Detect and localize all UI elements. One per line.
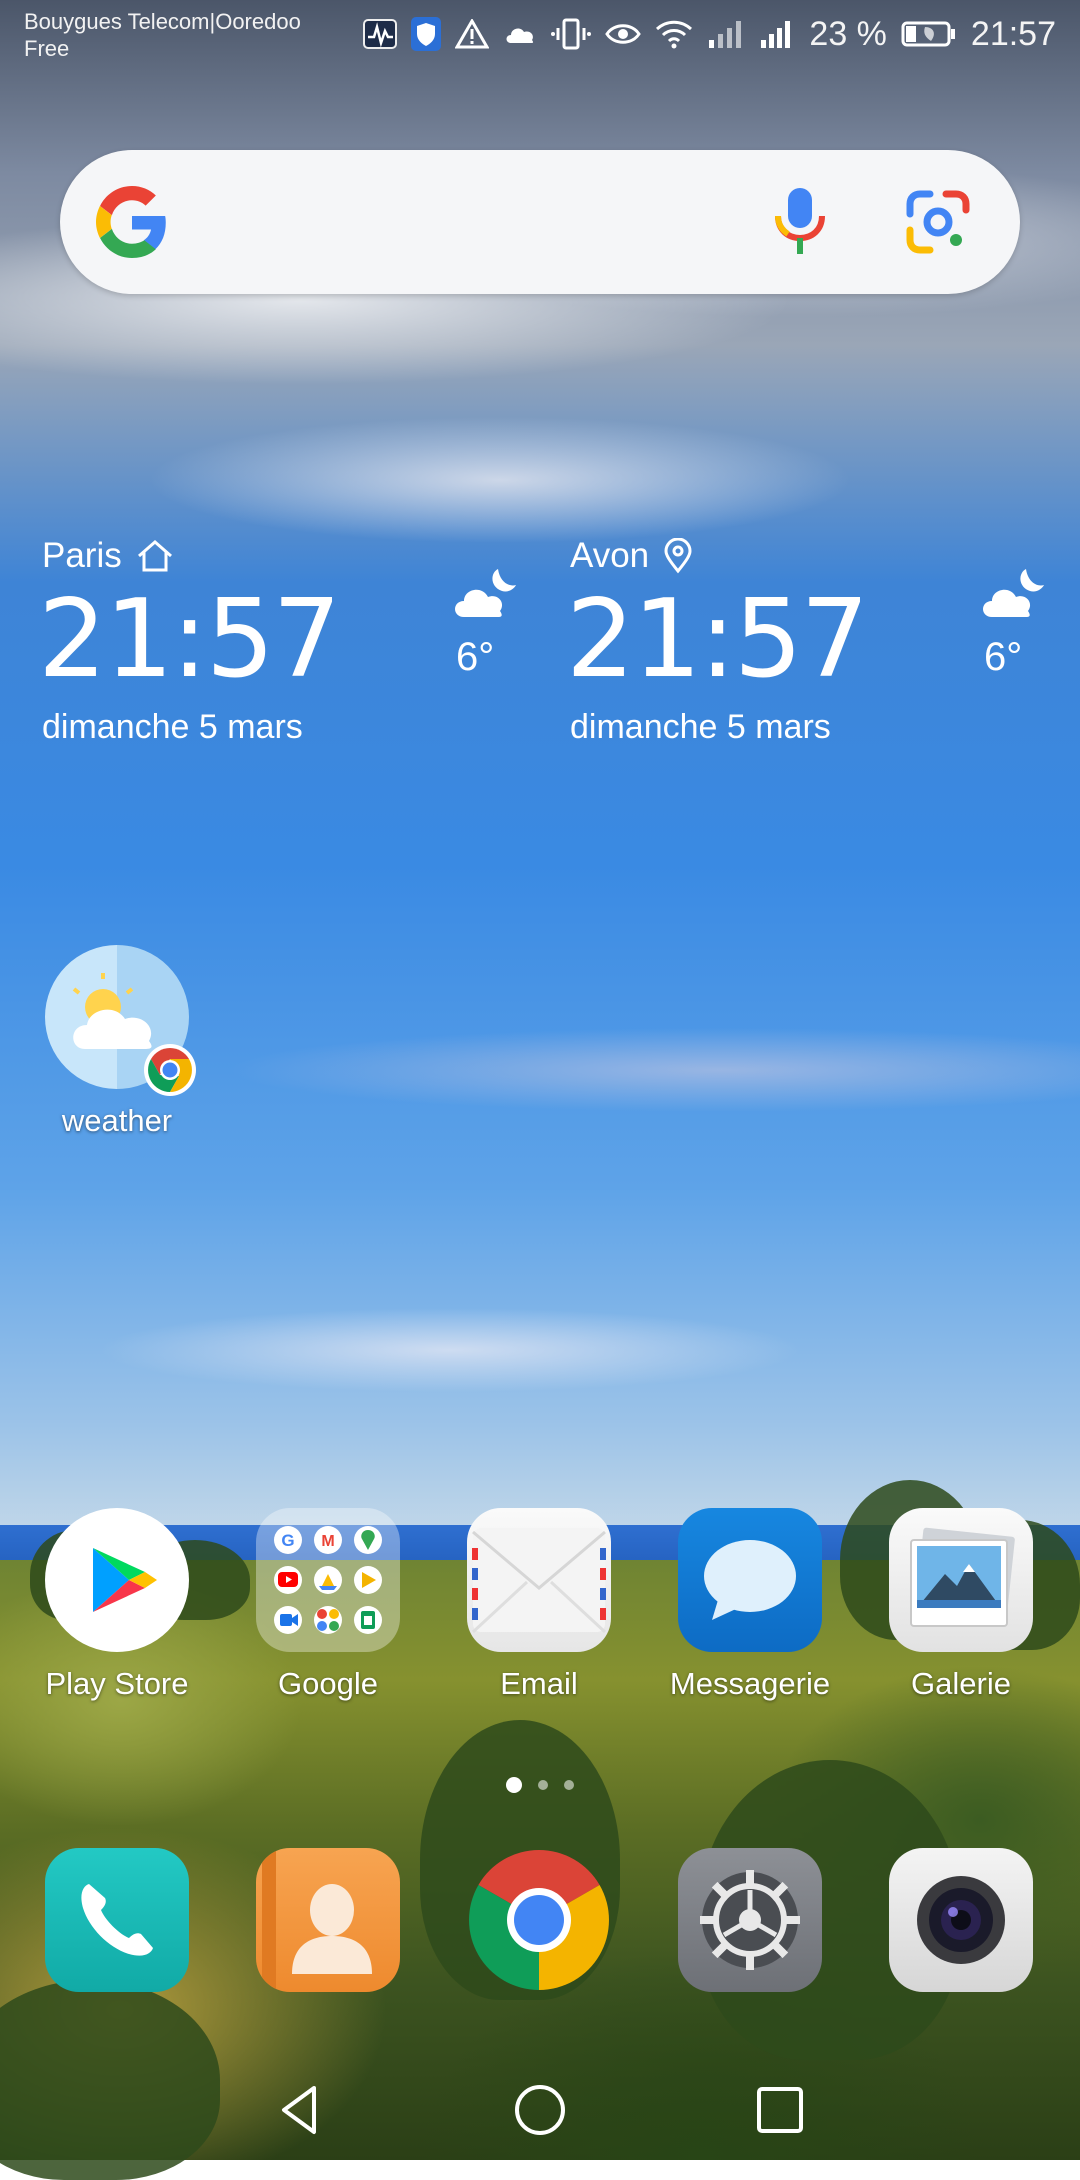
navigation-bar xyxy=(0,2040,1080,2160)
carrier-line-2: Free xyxy=(24,36,70,61)
recents-button-icon[interactable] xyxy=(750,2080,810,2140)
warning-icon xyxy=(455,14,490,54)
status-icons: 23 % 21:57 xyxy=(363,14,1056,54)
back-button-icon[interactable] xyxy=(270,2080,330,2140)
clock-widget-paris[interactable]: Paris 21:57 dimanche 5 mars 6° xyxy=(38,530,522,760)
weather-app-icon xyxy=(45,945,196,1096)
play-store-icon xyxy=(45,1508,189,1652)
clock-widget-avon[interactable]: Avon 21:57 dimanche 5 mars 6° xyxy=(566,530,1050,760)
signal-strength-2-icon xyxy=(761,14,795,54)
home-icon xyxy=(137,540,172,572)
page-indicator xyxy=(0,1777,1080,1793)
wifi-icon xyxy=(655,14,693,54)
google-lens-icon[interactable] xyxy=(906,190,970,254)
app-weather-shortcut[interactable]: weather xyxy=(22,945,212,1139)
page-dot xyxy=(564,1780,574,1790)
clock-temperature: 6° xyxy=(456,635,495,679)
clock-date: dimanche 5 mars xyxy=(570,708,831,746)
clock-temperature: 6° xyxy=(984,635,1023,679)
home-button-icon[interactable] xyxy=(510,2080,570,2140)
cloud-icon xyxy=(503,14,537,54)
page-dot-active xyxy=(506,1777,522,1793)
page-dot xyxy=(538,1780,548,1790)
partly-cloudy-night-icon xyxy=(983,569,1044,617)
partly-cloudy-night-icon xyxy=(455,569,516,617)
app-label: Galerie xyxy=(911,1666,1011,1701)
app-label: weather xyxy=(61,1103,173,1138)
chrome-badge-icon xyxy=(144,1044,196,1096)
location-pin-icon xyxy=(664,538,692,574)
shield-icon xyxy=(411,14,442,54)
activity-monitor-icon xyxy=(363,14,398,54)
app-label: Email xyxy=(500,1666,578,1701)
svg-text:M: M xyxy=(321,1533,334,1550)
svg-text:G: G xyxy=(281,1531,294,1550)
microphone-icon[interactable] xyxy=(772,186,828,258)
app-label: Google xyxy=(278,1666,378,1701)
carrier-info: Bouygues Telecom|Ooredoo Free xyxy=(24,8,301,62)
chrome-icon xyxy=(467,1848,611,1992)
app-galerie[interactable]: Galerie xyxy=(866,1508,1056,1702)
settings-gear-icon xyxy=(678,1848,822,1992)
google-search-bar[interactable] xyxy=(60,150,1020,294)
app-messagerie[interactable]: Messagerie xyxy=(655,1508,845,1702)
dock-contacts[interactable] xyxy=(233,1848,423,1992)
app-label: Play Store xyxy=(45,1666,189,1701)
clock-time: 21:57 xyxy=(38,577,341,702)
dock-camera[interactable] xyxy=(866,1848,1056,1992)
carrier-line-1: Bouygues Telecom|Ooredoo xyxy=(24,9,301,34)
clock-time: 21:57 xyxy=(566,577,869,702)
app-email[interactable]: Email xyxy=(444,1508,634,1702)
app-label: Messagerie xyxy=(669,1666,831,1701)
clock-city: Paris xyxy=(42,536,122,575)
vibrate-icon xyxy=(551,14,592,54)
contacts-icon xyxy=(256,1848,400,1992)
dock-settings[interactable] xyxy=(655,1848,845,1992)
clock-date: dimanche 5 mars xyxy=(42,708,303,746)
status-bar: Bouygues Telecom|Ooredoo Free 23 % 21:57 xyxy=(0,0,1080,70)
battery-percent: 23 % xyxy=(809,14,887,53)
google-logo-icon xyxy=(96,186,166,258)
signal-strength-1-icon xyxy=(707,14,747,54)
dock-chrome[interactable] xyxy=(444,1848,634,1992)
folder-google[interactable]: G M Google xyxy=(233,1508,423,1702)
email-envelope-icon xyxy=(467,1508,611,1652)
eye-comfort-icon xyxy=(605,14,642,54)
status-time: 21:57 xyxy=(970,14,1056,53)
clock-city: Avon xyxy=(570,536,650,575)
google-folder-icon: G M xyxy=(256,1508,400,1652)
camera-lens-icon xyxy=(889,1848,1033,1992)
app-play-store[interactable]: Play Store xyxy=(22,1508,212,1702)
dock-phone[interactable] xyxy=(22,1848,212,1992)
message-bubble-icon xyxy=(678,1508,822,1652)
battery-icon xyxy=(901,14,957,54)
gallery-photo-icon xyxy=(889,1508,1033,1652)
phone-icon xyxy=(45,1848,189,1992)
